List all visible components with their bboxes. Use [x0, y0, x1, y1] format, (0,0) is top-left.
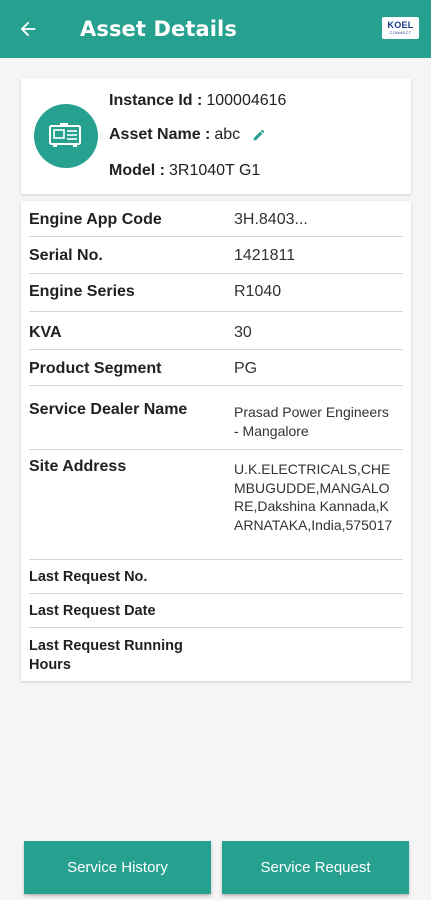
model-value: 3R1040T G1	[169, 162, 261, 179]
detail-value: 3H.8403...	[234, 211, 308, 228]
asset-details-card: Engine App Code 3H.8403... Serial No. 14…	[21, 201, 411, 681]
divider	[29, 349, 403, 350]
asset-name-value: abc	[214, 126, 241, 143]
instance-id-line: Instance Id : 100004616	[109, 92, 286, 110]
divider	[29, 273, 403, 274]
asset-name-line: Asset Name : abc	[109, 126, 266, 144]
detail-key: Site Address	[29, 458, 127, 475]
instance-id-label: Instance Id :	[109, 92, 203, 109]
detail-value: R1040	[234, 283, 282, 300]
service-request-button[interactable]: Service Request	[222, 841, 409, 894]
brand-logo: KOEL CONNECT	[382, 17, 419, 39]
detail-value: PG	[234, 360, 258, 377]
generator-icon	[49, 123, 81, 147]
back-button[interactable]	[0, 0, 56, 58]
detail-key: Engine App Code	[29, 211, 162, 228]
detail-key: Last Request Running Hours	[29, 638, 183, 673]
divider	[29, 385, 403, 386]
page-title: Asset Details	[80, 17, 237, 41]
detail-key: Last Request No.	[29, 569, 148, 585]
detail-value: Prasad Power Engineers - Mangalore	[234, 404, 389, 439]
divider	[29, 311, 403, 312]
instance-id-value: 100004616	[206, 92, 287, 109]
detail-key: Engine Series	[29, 283, 135, 300]
asset-avatar	[34, 104, 98, 168]
edit-pencil-icon[interactable]	[252, 128, 266, 142]
app-bar: Asset Details KOEL CONNECT	[0, 0, 431, 58]
asset-name-label: Asset Name :	[109, 126, 211, 143]
divider	[29, 236, 403, 237]
service-history-button[interactable]: Service History	[24, 841, 211, 894]
detail-key: Last Request Date	[29, 603, 156, 619]
detail-value: U.K.ELECTRICALS,CHEMBUGUDDE,MANGALORE,Da…	[234, 461, 393, 533]
detail-key: KVA	[29, 324, 62, 341]
divider	[29, 593, 403, 594]
detail-key: Product Segment	[29, 360, 162, 377]
divider	[29, 559, 403, 560]
model-line: Model : 3R1040T G1	[109, 162, 260, 180]
detail-value: 30	[234, 324, 252, 341]
model-label: Model :	[109, 162, 165, 179]
detail-key: Serial No.	[29, 247, 103, 264]
back-arrow-icon	[20, 21, 36, 37]
divider	[29, 449, 403, 450]
asset-summary-card: Instance Id : 100004616 Asset Name : abc…	[21, 78, 411, 194]
detail-key: Service Dealer Name	[29, 401, 188, 418]
divider	[29, 627, 403, 628]
detail-value: 1421811	[234, 247, 296, 264]
